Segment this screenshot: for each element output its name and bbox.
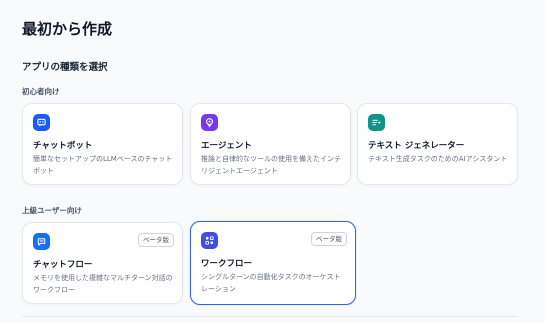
- card-description: シングルターンの自動化タスクのオーケストレーション: [201, 273, 341, 293]
- card-title: チャットボット: [33, 141, 93, 151]
- card-description: メモリを使用した複雑なマルチターン対話のワークフロー: [33, 274, 173, 294]
- card-description: テキスト生成タスクのためのAIアシスタント: [368, 155, 508, 163]
- group-label-beginner: 初心者向け: [22, 87, 60, 96]
- app-type-card-chatflow[interactable]: ベータ版 チャットフロー メモリを使用した複雑なマルチターン対話のワークフロー: [22, 222, 183, 304]
- text-generator-icon: [368, 114, 385, 131]
- group-label-advanced: 上級ユーザー向け: [22, 206, 82, 215]
- card-title: チャットフロー: [33, 260, 93, 270]
- card-title: テキスト ジェネレーター: [368, 141, 465, 151]
- app-type-card-chatbot[interactable]: チャットボット 簡単なセットアップのLLMベースのチャットボット: [22, 103, 183, 185]
- agent-icon: [201, 114, 218, 131]
- card-description: 簡単なセットアップのLLMベースのチャットボット: [33, 155, 173, 175]
- app-type-card-agent[interactable]: エージェント 推論と自律的なツールの使用を備えたインテリジェントエージェント: [190, 103, 351, 185]
- chatflow-icon: [33, 233, 50, 250]
- app-type-card-workflow[interactable]: ベータ版 ワークフロー シングルターンの自動化タスクのオーケストレーション: [190, 221, 356, 305]
- chatbot-icon: [33, 114, 50, 131]
- card-title: エージェント: [201, 141, 252, 151]
- card-description: 推論と自律的なツールの使用を備えたインテリジェントエージェント: [201, 155, 341, 175]
- beta-badge: ベータ版: [138, 233, 174, 247]
- divider: [22, 316, 518, 317]
- page-title: 最初から作成: [22, 20, 113, 38]
- app-type-card-text-generator[interactable]: テキスト ジェネレーター テキスト生成タスクのためのAIアシスタント: [357, 103, 518, 185]
- section-title: アプリの種類を選択: [22, 62, 108, 73]
- card-title: ワークフロー: [201, 259, 253, 269]
- workflow-icon: [201, 232, 218, 249]
- beta-badge: ベータ版: [311, 232, 347, 246]
